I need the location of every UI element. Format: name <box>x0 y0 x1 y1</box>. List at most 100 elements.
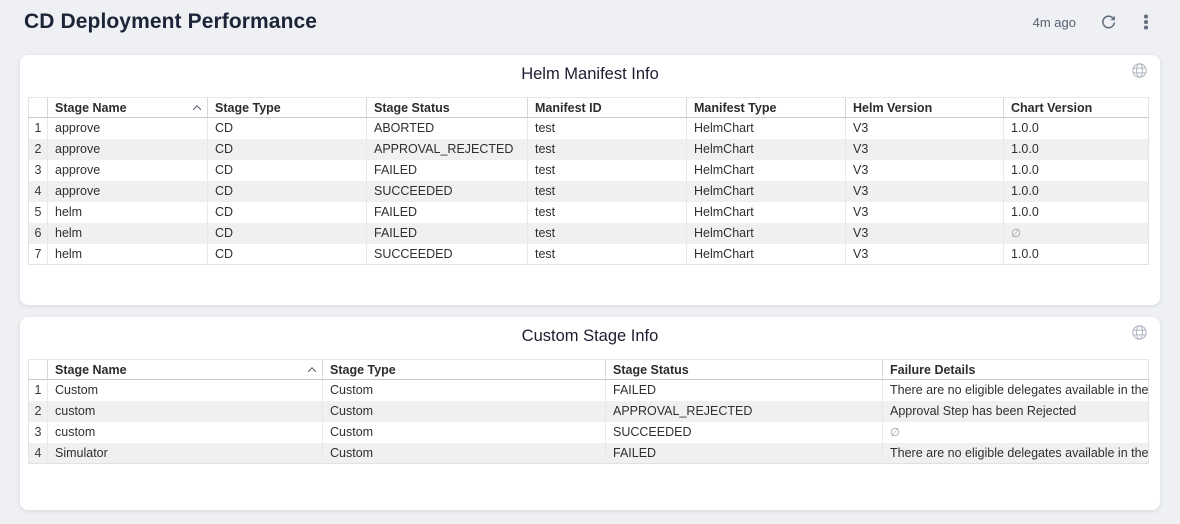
last-refreshed-label: 4m ago <box>1033 15 1076 30</box>
row-number-header <box>29 360 48 380</box>
table-cell: HelmChart <box>687 244 846 265</box>
column-header-stage-type[interactable]: Stage Type <box>208 98 367 118</box>
table-cell: FAILED <box>367 223 528 244</box>
panel-globe-button[interactable] <box>1131 324 1148 341</box>
column-header-stage-name[interactable]: Stage Name <box>48 98 208 118</box>
table-row: 7helmCDSUCCEEDEDtestHelmChartV31.0.0 <box>29 244 1149 265</box>
column-header-stage-name[interactable]: Stage Name <box>48 360 323 380</box>
table-row: 6helmCDFAILEDtestHelmChartV3∅ <box>29 223 1149 244</box>
column-header-failure-details[interactable]: Failure Details <box>883 360 1149 380</box>
table-cell: test <box>528 223 687 244</box>
refresh-button[interactable] <box>1096 10 1120 34</box>
column-header-label: Stage Status <box>613 363 689 377</box>
column-header-chart-version[interactable]: Chart Version <box>1004 98 1149 118</box>
table-cell: helm <box>48 244 208 265</box>
row-number: 4 <box>29 443 48 464</box>
table-cell: 1.0.0 <box>1004 202 1149 223</box>
kebab-menu-button[interactable] <box>1134 10 1158 34</box>
table-cell: Custom <box>323 422 606 443</box>
table-cell: SUCCEEDED <box>367 181 528 202</box>
table-cell: helm <box>48 223 208 244</box>
column-header-label: Failure Details <box>890 363 975 377</box>
table-cell: V3 <box>846 181 1004 202</box>
table-cell: Custom <box>323 443 606 464</box>
row-number: 4 <box>29 181 48 202</box>
page-title: CD Deployment Performance <box>24 10 317 34</box>
table-cell: V3 <box>846 118 1004 139</box>
column-header-stage-type[interactable]: Stage Type <box>323 360 606 380</box>
panel-title: Helm Manifest Info <box>20 55 1160 87</box>
table-cell: APPROVAL_REJECTED <box>606 401 883 422</box>
table-cell: 1.0.0 <box>1004 118 1149 139</box>
table-cell: FAILED <box>367 160 528 181</box>
helm-manifest-table: Stage Name Stage Type Stage Status Manifest… <box>28 97 1149 265</box>
panel-globe-button[interactable] <box>1131 62 1148 79</box>
column-header-row: Stage Name Stage Type Stage Status Failure … <box>29 360 1149 380</box>
table-cell: HelmChart <box>687 202 846 223</box>
table-cell: approve <box>48 118 208 139</box>
table-cell: There are no eligible delegates availabl… <box>883 380 1149 401</box>
table-cell: FAILED <box>367 202 528 223</box>
table-row: 4approveCDSUCCEEDEDtestHelmChartV31.0.0 <box>29 181 1149 202</box>
row-number: 7 <box>29 244 48 265</box>
table-cell: V3 <box>846 202 1004 223</box>
column-header-manifest-type[interactable]: Manifest Type <box>687 98 846 118</box>
column-header-stage-status[interactable]: Stage Status <box>606 360 883 380</box>
panel-custom-stage-info: Custom Stage Info Stage NameStage TypeSt… <box>20 317 1160 510</box>
table-cell: HelmChart <box>687 181 846 202</box>
column-header-row: Stage Name Stage Type Stage Status Manifest… <box>29 98 1149 118</box>
column-header-label: Stage Type <box>330 363 396 377</box>
column-header-label: Helm Version <box>853 101 932 115</box>
column-header-label: Stage Name <box>55 101 127 115</box>
table-cell: CD <box>208 202 367 223</box>
table-cell: Simulator <box>48 443 323 464</box>
column-header-manifest-id[interactable]: Manifest ID <box>528 98 687 118</box>
row-number: 2 <box>29 401 48 422</box>
column-header-label: Stage Status <box>374 101 450 115</box>
table-cell: ABORTED <box>367 118 528 139</box>
table-cell: 1.0.0 <box>1004 139 1149 160</box>
row-number: 1 <box>29 118 48 139</box>
dashboard-page: CD Deployment Performance 4m ago Helm Ma… <box>0 0 1180 510</box>
table-cell: APPROVAL_REJECTED <box>367 139 528 160</box>
table-cell: Custom <box>323 380 606 401</box>
panel-helm-manifest-info: Helm Manifest Info Stage NameStage TypeS… <box>20 55 1160 305</box>
table-cell: HelmChart <box>687 160 846 181</box>
table-cell: test <box>528 118 687 139</box>
table-cell: HelmChart <box>687 139 846 160</box>
table-cell: custom <box>48 422 323 443</box>
table-cell: FAILED <box>606 380 883 401</box>
table-cell: approve <box>48 181 208 202</box>
table-cell: test <box>528 244 687 265</box>
header-actions: 4m ago <box>1033 10 1158 34</box>
column-header-helm-version[interactable]: Helm Version <box>846 98 1004 118</box>
row-number: 6 <box>29 223 48 244</box>
table-row: 4SimulatorCustomFAILEDThere are no eligi… <box>29 443 1149 464</box>
table-row: 1CustomCustomFAILEDThere are no eligible… <box>29 380 1149 401</box>
table-cell: V3 <box>846 244 1004 265</box>
table-cell: approve <box>48 160 208 181</box>
table-cell: test <box>528 139 687 160</box>
table-cell: SUCCEEDED <box>367 244 528 265</box>
table-cell: approve <box>48 139 208 160</box>
table-cell: CD <box>208 181 367 202</box>
table-row: 1approveCDABORTEDtestHelmChartV31.0.0 <box>29 118 1149 139</box>
row-number: 3 <box>29 160 48 181</box>
table-cell: CD <box>208 118 367 139</box>
table-row: 2customCustomAPPROVAL_REJECTEDApproval S… <box>29 401 1149 422</box>
table-cell: Custom <box>323 401 606 422</box>
sort-ascending-icon <box>308 367 316 375</box>
row-number: 3 <box>29 422 48 443</box>
table-cell: test <box>528 160 687 181</box>
table-cell: CD <box>208 160 367 181</box>
column-header-label: Stage Name <box>55 363 127 377</box>
table-cell: V3 <box>846 223 1004 244</box>
column-header-label: Stage Type <box>215 101 281 115</box>
column-header-stage-status[interactable]: Stage Status <box>367 98 528 118</box>
table-cell: V3 <box>846 139 1004 160</box>
table-cell: 1.0.0 <box>1004 160 1149 181</box>
refresh-icon <box>1100 14 1117 31</box>
globe-icon <box>1131 62 1148 79</box>
table-cell: SUCCEEDED <box>606 422 883 443</box>
table-cell: Custom <box>48 380 323 401</box>
